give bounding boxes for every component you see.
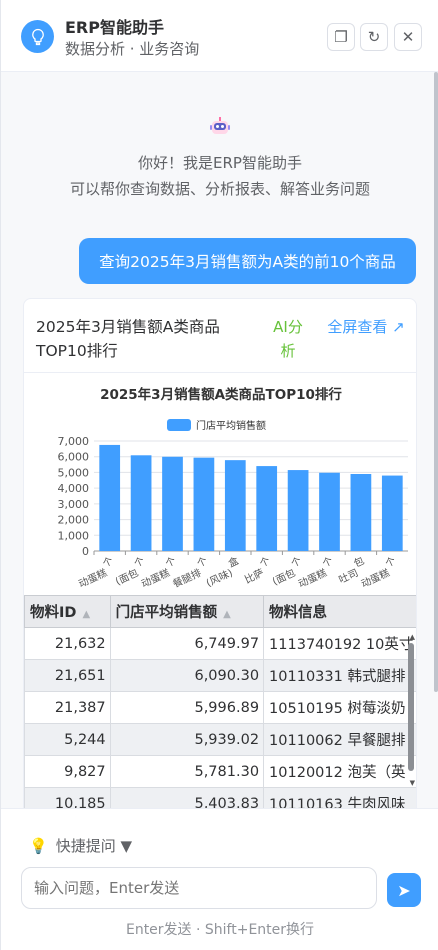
y-tick-label: 5,000	[58, 466, 90, 479]
column-header-material-info[interactable]: 物料信息	[263, 595, 416, 628]
welcome-greeting: 你好！我是ERP智能助手	[138, 154, 302, 172]
cell-avg-sales: 6,090.30	[109, 659, 265, 692]
close-button[interactable]: ✕	[394, 23, 422, 51]
result-card-header: 2025年3月销售额A类商品TOP10排行 AI分析 全屏查看 ↗	[24, 299, 416, 373]
refresh-icon: ↻	[367, 28, 381, 46]
column-header-avg-sales[interactable]: 门店平均销售额 ▲	[109, 595, 265, 628]
cell-material-info: 10110062 早餐腿排	[263, 723, 416, 756]
restore-button[interactable]: ❐	[327, 23, 355, 51]
x-tick-sublabel: 动蛋糕	[139, 566, 172, 590]
table-row[interactable]: 10,185 5,403.83 10110163 牛肉风味	[24, 787, 416, 808]
fullscreen-button[interactable]: 全屏查看 ↗	[326, 315, 406, 339]
header: ERP智能助手 数据分析 · 业务咨询 ❐ ↻ ✕	[1, 0, 438, 72]
bar	[224, 460, 246, 551]
cell-material-info: 1113740192 10英寸	[263, 627, 416, 660]
result-card-title: 2025年3月销售额A类商品TOP10排行	[36, 318, 220, 360]
cell-avg-sales: 6,749.97	[109, 627, 265, 660]
x-tick-sublabel: 动蛋糕	[76, 566, 109, 590]
welcome-description: 可以帮你查询数据、分析报表、解答业务问题	[69, 180, 370, 198]
ai-analysis-button[interactable]: AI分析	[270, 315, 306, 363]
bar	[350, 474, 372, 551]
y-tick-label: 1,000	[58, 529, 90, 542]
table-row[interactable]: 21,651 6,090.30 10110331 韩式腿排	[24, 659, 416, 692]
x-tick-sublabel: 动蛋糕	[359, 566, 392, 590]
lightbulb-logo-icon	[21, 20, 54, 53]
cell-material-info: 10510195 树莓淡奶	[263, 691, 416, 724]
cell-avg-sales: 5,781.30	[109, 755, 265, 788]
cell-material-id: 5,244	[24, 723, 111, 756]
x-tick-sublabel: 餐腿排	[170, 566, 203, 590]
cell-material-id: 21,387	[24, 691, 111, 724]
bar-chart-svg: 2025年3月销售额A类商品TOP10排行门店平均销售额 0 1,000 2,000 3…	[58, 386, 408, 590]
cell-material-info: 10110163 牛肉风味	[263, 787, 416, 808]
legend-swatch	[167, 419, 191, 431]
input-footer: 💡 快捷提问 ▼ ➤ Enter发送 · Shift+Enter换行	[1, 808, 438, 950]
y-tick-label: 7,000	[58, 435, 90, 448]
y-tick-label: 0	[82, 545, 89, 558]
cell-avg-sales: 5,403.83	[109, 787, 265, 808]
y-tick-label: 4,000	[58, 482, 90, 495]
table-scroll-up-icon[interactable]: ▲	[410, 633, 415, 641]
bar	[381, 475, 403, 551]
chat-area[interactable]: 你好！我是ERP智能助手 可以帮你查询数据、分析报表、解答业务问题 查询2025…	[1, 72, 438, 808]
bar	[319, 472, 340, 551]
bar	[130, 455, 152, 551]
table-body: 21,632 6,749.97 1113740192 10英寸 21,651 6,090…	[24, 627, 416, 808]
assistant-window: ERP智能助手 数据分析 · 业务咨询 ❐ ↻ ✕ 你好！我是ERP智能助手 可…	[0, 0, 438, 950]
y-tick-label: 2,000	[58, 514, 90, 527]
user-message-bubble: 查询2025年3月销售额为A类的前10个商品	[79, 238, 416, 284]
cell-avg-sales: 5,939.02	[109, 723, 265, 756]
send-icon: ➤	[397, 880, 411, 900]
table-row[interactable]: 21,632 6,749.97 1113740192 10英寸	[24, 627, 416, 660]
table-scrollbar[interactable]	[408, 643, 414, 771]
table-row[interactable]: 5,244 5,939.02 10110062 早餐腿排	[24, 723, 416, 756]
app-title: ERP智能助手	[65, 18, 164, 37]
cell-material-info: 10120012 泡芙（英	[263, 755, 416, 788]
bar-chart: 2025年3月销售额A类商品TOP10排行门店平均销售额 0 1,000 2,000 3…	[24, 373, 416, 595]
cell-material-id: 10,185	[24, 787, 111, 808]
y-tick-label: 6,000	[58, 451, 90, 464]
sort-icon: ▲	[82, 609, 91, 620]
app-subtitle: 数据分析 · 业务咨询	[65, 40, 200, 58]
refresh-button[interactable]: ↻	[360, 23, 388, 51]
cell-material-info: 10110331 韩式腿排	[263, 659, 416, 692]
quick-questions-label: 快捷提问 ▼	[55, 837, 132, 855]
cell-material-id: 9,827	[24, 755, 111, 788]
bar	[99, 444, 121, 551]
result-card: 2025年3月销售额A类商品TOP10排行 AI分析 全屏查看 ↗ 2025年3…	[23, 298, 417, 808]
x-tick-sublabel: (风味)	[204, 567, 234, 590]
sort-icon: ▲	[223, 609, 231, 620]
result-table: 物料ID ▲ 门店平均销售额 ▲ 物料信息 21,632 6,749.97 111374…	[24, 595, 416, 808]
quick-questions-toggle[interactable]: 💡 快捷提问 ▼	[29, 835, 132, 856]
x-tick-sublabel: 动蛋糕	[296, 566, 329, 590]
input-hint: Enter发送 · Shift+Enter换行	[125, 922, 315, 938]
legend-label: 门店平均销售额	[196, 419, 266, 432]
table-scroll-down-icon[interactable]: ▼	[410, 779, 415, 787]
bar	[193, 457, 215, 551]
bar	[162, 456, 183, 551]
cell-material-id: 21,632	[24, 627, 111, 660]
lightbulb-icon: 💡	[29, 837, 48, 855]
table-row[interactable]: 21,387 5,996.89 10510195 树莓淡奶	[24, 691, 416, 724]
column-header-material-id[interactable]: 物料ID ▲	[24, 595, 111, 628]
y-tick-label: 3,000	[58, 498, 90, 511]
cell-avg-sales: 5,996.89	[109, 691, 265, 724]
cell-material-id: 21,651	[24, 659, 111, 692]
close-icon: ✕	[401, 28, 415, 46]
chart-title: 2025年3月销售额A类商品TOP10排行	[100, 386, 342, 403]
x-tick-sublabel: (面包	[270, 566, 297, 588]
bar	[256, 466, 278, 551]
bar	[287, 470, 309, 551]
table-row[interactable]: 9,827 5,781.30 10120012 泡芙（英	[24, 755, 416, 788]
question-input[interactable]	[21, 867, 377, 909]
robot-icon	[210, 117, 230, 134]
x-tick-sublabel: (面包	[113, 566, 140, 588]
window-restore-icon: ❐	[334, 28, 348, 46]
send-button[interactable]: ➤	[387, 873, 421, 907]
